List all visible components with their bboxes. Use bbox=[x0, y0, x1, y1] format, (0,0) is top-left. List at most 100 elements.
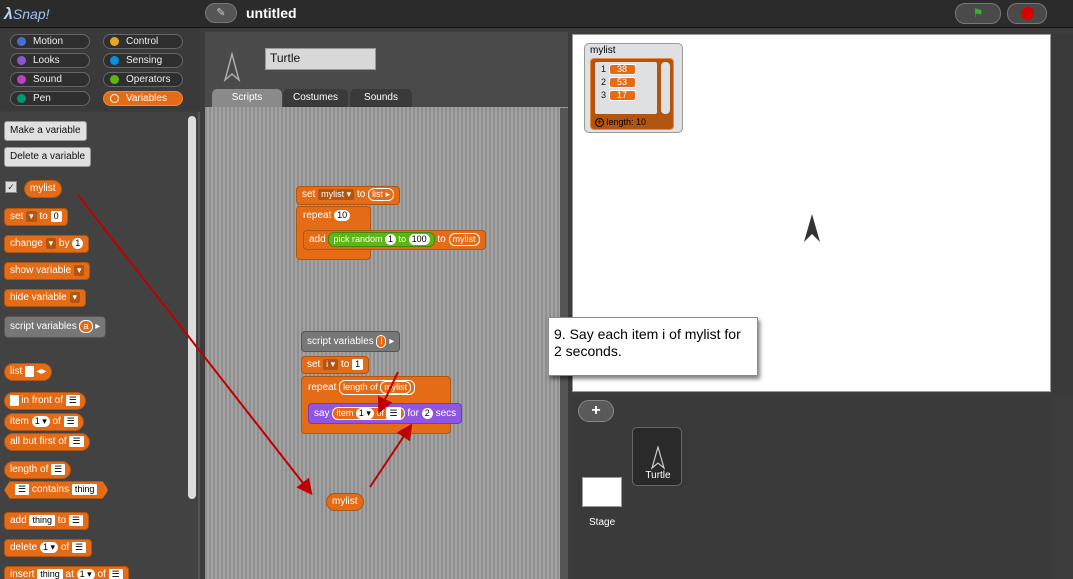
palette-item-block[interactable]: item 1 ▾ of ☰ bbox=[4, 413, 84, 431]
list-slot[interactable] bbox=[25, 365, 34, 377]
turtle-sprite-icon bbox=[223, 52, 241, 82]
category-sensing[interactable]: Sensing bbox=[103, 53, 183, 68]
script1-set-block[interactable]: set mylist ▾ to list ▸ bbox=[296, 186, 401, 205]
list-item: 3 17 bbox=[595, 88, 657, 101]
mylist-watcher[interactable]: mylist 1 38 2 53 3 17 + length: 10 bbox=[584, 43, 683, 133]
length-of-reporter[interactable]: length of mylist bbox=[339, 380, 416, 395]
add-target-mylist[interactable]: mylist bbox=[448, 232, 480, 246]
sensing-dot-icon bbox=[110, 56, 119, 65]
palette-set-block[interactable]: set ▾ to 0 bbox=[4, 208, 68, 226]
change-var-dropdown[interactable]: ▾ bbox=[45, 237, 57, 249]
list-icon[interactable]: ☰ bbox=[71, 541, 87, 553]
delete-variable-button[interactable]: Delete a variable bbox=[4, 147, 92, 167]
set-i-value[interactable]: 1 bbox=[352, 358, 364, 370]
delete-index-slot[interactable]: 1 ▾ bbox=[40, 541, 59, 553]
category-motion[interactable]: Motion bbox=[10, 34, 90, 49]
category-control[interactable]: Control bbox=[103, 34, 183, 49]
script-var-i[interactable]: i bbox=[376, 334, 387, 348]
category-sound[interactable]: Sound bbox=[10, 72, 90, 87]
palette-show-variable-block[interactable]: show variable ▾ bbox=[4, 262, 91, 280]
variable-checkbox[interactable]: ✓ bbox=[5, 181, 17, 193]
script1-add-block[interactable]: add pick random 1 to 100 to mylist bbox=[303, 230, 486, 250]
palette-length-of-block[interactable]: length of ☰ bbox=[4, 461, 72, 479]
tab-sounds[interactable]: Sounds bbox=[350, 89, 412, 107]
item-reporter[interactable]: item 1 ▾ of ☰ bbox=[332, 406, 405, 420]
script2-script-variables-block[interactable]: script variables i ▸ bbox=[301, 331, 401, 352]
category-pen[interactable]: Pen bbox=[10, 91, 90, 106]
script2-say-block[interactable]: say item 1 ▾ of ☰ for 2 secs bbox=[308, 403, 463, 424]
insert-thing-slot[interactable]: thing bbox=[37, 568, 63, 579]
say-secs-slot[interactable]: 2 bbox=[421, 407, 433, 419]
palette-script-variables-block[interactable]: script variables a ▸ bbox=[4, 316, 107, 338]
stage-thumbnail[interactable] bbox=[582, 477, 622, 507]
snap-logo[interactable]: λSnap! bbox=[2, 3, 50, 25]
list-icon[interactable]: ☰ bbox=[51, 463, 66, 475]
project-title: untitled bbox=[246, 5, 297, 21]
palette-hide-variable-block[interactable]: hide variable ▾ bbox=[4, 289, 87, 307]
watcher-list-cells: 1 38 2 53 3 17 bbox=[595, 62, 657, 114]
operators-dot-icon bbox=[110, 75, 119, 84]
palette-all-but-first-block[interactable]: all but first of ☰ bbox=[4, 433, 90, 451]
palette-add-block[interactable]: add thing to ☰ bbox=[4, 512, 89, 530]
set-mylist-dropdown[interactable]: mylist ▾ bbox=[318, 188, 355, 200]
pen-dot-icon bbox=[17, 94, 26, 103]
tab-scripts[interactable]: Scripts bbox=[212, 89, 282, 107]
stop-button[interactable] bbox=[1007, 3, 1047, 24]
lambda-icon: λ bbox=[4, 6, 13, 23]
project-edit-button[interactable]: ✎ bbox=[205, 3, 237, 23]
set-value-slot[interactable]: 0 bbox=[50, 210, 62, 222]
list-icon[interactable]: ☰ bbox=[68, 514, 83, 526]
insert-index-slot[interactable]: 1 ▾ bbox=[76, 568, 95, 579]
turtle-icon bbox=[650, 446, 666, 470]
pick-random-reporter[interactable]: pick random 1 to 100 bbox=[328, 231, 435, 247]
watcher-length: + length: 10 bbox=[595, 117, 647, 127]
change-value-slot[interactable]: 1 bbox=[72, 237, 84, 249]
watcher-scrollbar[interactable] bbox=[661, 62, 670, 114]
green-flag-button[interactable]: ⚑ bbox=[955, 3, 1001, 24]
list-icon[interactable]: ☰ bbox=[65, 394, 80, 406]
contains-thing-slot[interactable]: thing bbox=[72, 484, 98, 495]
palette-change-block[interactable]: change ▾ by 1 bbox=[4, 235, 90, 253]
repeat-count-slot[interactable]: 10 bbox=[334, 210, 351, 221]
category-looks[interactable]: Looks bbox=[10, 53, 90, 68]
sprite-thumb-label: Turtle bbox=[645, 470, 671, 481]
control-dot-icon bbox=[110, 37, 119, 46]
list-icon[interactable]: ☰ bbox=[108, 568, 123, 579]
set-var-dropdown[interactable]: ▾ bbox=[26, 210, 37, 222]
sprite-name-field[interactable]: Turtle bbox=[265, 48, 376, 70]
turtle-sprite[interactable] bbox=[802, 212, 822, 244]
add-thing-slot[interactable]: thing bbox=[29, 514, 55, 526]
watcher-title: mylist bbox=[590, 45, 616, 56]
hide-var-dropdown[interactable]: ▾ bbox=[69, 291, 81, 303]
category-variables[interactable]: Variables bbox=[103, 91, 183, 106]
item-index-slot[interactable]: 1 ▾ bbox=[31, 415, 50, 427]
list-icon[interactable]: ☰ bbox=[63, 415, 78, 427]
script2-set-block[interactable]: set i ▾ to 1 bbox=[301, 356, 370, 374]
tab-costumes[interactable]: Costumes bbox=[283, 89, 348, 107]
list-icon[interactable]: ☰ bbox=[69, 435, 84, 447]
list-item: 2 53 bbox=[595, 75, 657, 88]
plus-icon[interactable]: + bbox=[595, 118, 604, 127]
palette-scrollbar[interactable] bbox=[188, 116, 196, 499]
sound-dot-icon bbox=[17, 75, 26, 84]
list-icon[interactable]: ☰ bbox=[15, 484, 29, 495]
palette-contains-block[interactable]: ☰ contains thing bbox=[4, 481, 108, 499]
palette-delete-block[interactable]: delete 1 ▾ of ☰ bbox=[4, 539, 93, 557]
palette-insert-block[interactable]: insert thing at 1 ▾ of ☰ bbox=[4, 566, 129, 579]
show-var-dropdown[interactable]: ▾ bbox=[73, 264, 85, 276]
loose-mylist-reporter[interactable]: mylist bbox=[326, 493, 364, 511]
list-icon: ☰ bbox=[386, 407, 401, 419]
variables-dot-icon bbox=[110, 94, 119, 103]
make-variable-button[interactable]: Make a variable bbox=[4, 121, 87, 141]
script-var-a[interactable]: a bbox=[79, 319, 93, 333]
sprite-thumbnail-turtle[interactable]: Turtle bbox=[632, 427, 682, 486]
list-reporter[interactable]: list ▸ bbox=[368, 187, 395, 201]
palette-in-front-of-block[interactable]: in front of ☰ bbox=[4, 392, 86, 410]
set-i-dropdown[interactable]: i ▾ bbox=[323, 358, 339, 370]
variable-reporter-mylist[interactable]: mylist bbox=[24, 180, 62, 198]
add-sprite-button[interactable]: + bbox=[578, 400, 614, 422]
category-operators[interactable]: Operators bbox=[103, 72, 183, 87]
arrows-icon: ◂▸ bbox=[36, 366, 47, 377]
in-front-slot[interactable] bbox=[10, 394, 19, 406]
palette-list-block[interactable]: list ◂▸ bbox=[4, 363, 53, 381]
